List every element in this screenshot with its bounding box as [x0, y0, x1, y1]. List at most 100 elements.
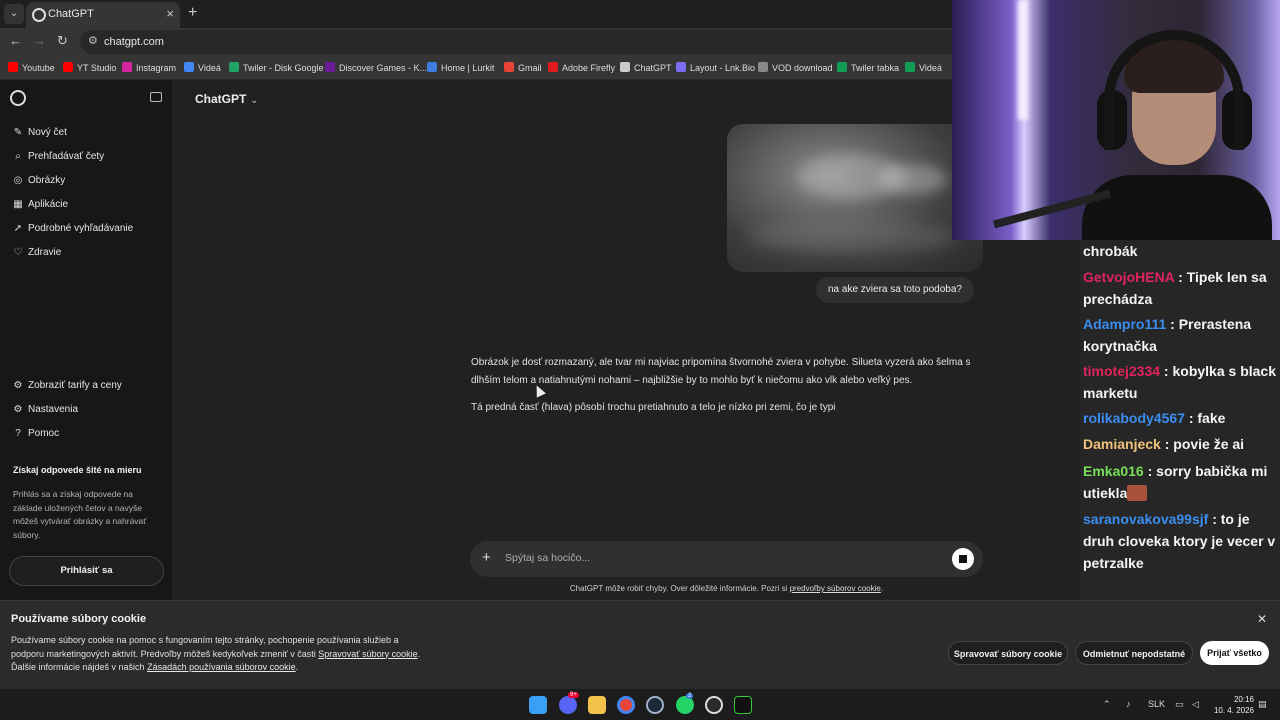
bookmark-item[interactable]: Discover Games - K...: [325, 62, 427, 73]
disclaimer-text: ChatGPT môže robiť chyby. Over dôležité …: [569, 584, 790, 593]
forward-arrow-icon[interactable]: →: [33, 33, 46, 48]
language-indicator[interactable]: SLK: [1148, 699, 1165, 709]
cookie-close-icon[interactable]: ✕: [1257, 612, 1267, 626]
tab-search-chevron-icon[interactable]: ⌄: [4, 4, 24, 24]
clock[interactable]: 20:16 10. 4. 2026: [1212, 694, 1254, 716]
back-arrow-icon[interactable]: ←: [9, 33, 22, 48]
sidebar-item-plans[interactable]: ⚙ Zobraziť tarify a ceny: [12, 380, 122, 391]
bookmark-label: Twiler - Disk Google: [243, 63, 324, 73]
composer[interactable]: + Spýtaj sa hocičo...: [470, 541, 983, 577]
bookmark-favicon-icon: [8, 62, 18, 72]
bookmark-label: Home | Lurkit: [441, 63, 495, 73]
uploaded-image[interactable]: [727, 124, 983, 272]
chat-username[interactable]: Adampro111: [1083, 316, 1166, 332]
sidebar-item-label: Podrobné vyhľadávanie: [28, 223, 134, 234]
sidebar-item-images[interactable]: ◎ Obrázky: [12, 175, 66, 186]
bookmark-item[interactable]: Gmail: [504, 62, 542, 73]
tab-chatgpt[interactable]: ChatGPT ×: [26, 2, 180, 28]
tab-title: ChatGPT: [48, 8, 94, 20]
model-selector[interactable]: ChatGPT ⌄: [195, 92, 258, 106]
discord-icon[interactable]: [559, 696, 577, 714]
bookmark-item[interactable]: Adobe Firefly: [548, 62, 615, 73]
bookmark-favicon-icon: [122, 62, 132, 72]
url-text: chatgpt.com: [104, 36, 164, 48]
sidebar-toggle-icon[interactable]: [150, 92, 162, 102]
bookmark-item[interactable]: Twiler - Disk Google: [229, 62, 324, 73]
obs-icon[interactable]: [705, 696, 723, 714]
bookmark-favicon-icon: [427, 62, 437, 72]
sidebar-item-settings[interactable]: ⚙ Nastavenia: [12, 404, 79, 415]
bookmark-item[interactable]: Youtube: [8, 62, 55, 73]
reload-icon[interactable]: ↻: [57, 33, 68, 49]
manage-cookies-link[interactable]: Spravovať súbory cookie: [318, 649, 417, 659]
sidebar-item-label: Nastavenia: [28, 404, 79, 415]
chat-username[interactable]: saranovakova99sjf: [1083, 511, 1208, 527]
login-button[interactable]: Prihlásiť sa: [9, 556, 164, 586]
cookie-preferences-link[interactable]: predvoľby súborov cookie: [790, 584, 881, 593]
cookie-policy-link[interactable]: Zásadách používania súborov cookie: [147, 662, 296, 672]
reject-cookies-button[interactable]: Odmietnuť nepodstatné: [1075, 641, 1193, 665]
chat-username[interactable]: timotej2334: [1083, 363, 1160, 379]
tray-chevron-up-icon[interactable]: ⌃: [1103, 699, 1111, 710]
whatsapp-badge: 2: [686, 693, 694, 699]
bookmark-label: ChatGPT: [634, 63, 672, 73]
sidebar-item-deep-research[interactable]: ➚ Podrobné vyhľadávanie: [12, 223, 133, 234]
bookmark-item[interactable]: Instagram: [122, 62, 176, 73]
sidebar-item-search-chats[interactable]: ⌕ Prehľadávať čety: [12, 151, 104, 162]
bookmark-label: Discover Games - K...: [339, 63, 428, 73]
bookmark-item[interactable]: Videá: [184, 62, 221, 73]
clock-date: 10. 4. 2026: [1213, 706, 1254, 715]
steam-icon[interactable]: [646, 696, 664, 714]
bookmark-favicon-icon: [548, 62, 558, 72]
app-icon[interactable]: [734, 696, 752, 714]
new-tab-plus-icon[interactable]: +: [188, 4, 197, 22]
manage-cookies-button[interactable]: Spravovať súbory cookie: [948, 641, 1068, 665]
windows-taskbar: 9+ 2 ⌃ ♪ SLK ▭ ◁ 20:16 10. 4. 2026 ▤: [0, 688, 1280, 720]
chat-username[interactable]: GetvojoHENA: [1083, 269, 1174, 285]
chat-message: Emka016 : sorry babička mi utiekla: [1083, 460, 1279, 504]
sidebar-item-health[interactable]: ♡ Zdravie: [12, 247, 62, 258]
chrome-icon[interactable]: [617, 696, 635, 714]
bookmark-favicon-icon: [63, 62, 73, 72]
volume-icon[interactable]: ◁: [1192, 699, 1199, 710]
bookmark-label: YT Studio: [77, 63, 117, 73]
stream-chat-overlay: chrobák GetvojoHENA : Tipek len sa prechá…: [1080, 240, 1280, 600]
tab-close-icon[interactable]: ×: [166, 6, 174, 21]
file-explorer-icon[interactable]: [588, 696, 606, 714]
bookmark-item[interactable]: YT Studio: [63, 62, 116, 73]
notifications-icon[interactable]: ▤: [1258, 699, 1267, 710]
prompt-input[interactable]: Spýtaj sa hocičo...: [505, 552, 590, 564]
bookmark-label: VOD download: [772, 63, 833, 73]
accept-cookies-button[interactable]: Prijať všetko: [1200, 641, 1269, 665]
sidebar-item-apps[interactable]: ▦ Aplikácie: [12, 199, 68, 210]
bookmark-label: Instagram: [136, 63, 177, 73]
sidebar-item-help[interactable]: ? Pomoc: [12, 428, 59, 439]
bookmark-item[interactable]: Home | Lurkit: [427, 62, 494, 73]
stop-generating-button[interactable]: [952, 548, 974, 570]
sidebar-item-label: Obrázky: [28, 175, 66, 186]
windows-start-icon[interactable]: [529, 696, 547, 714]
sidebar-item-label: Nový čet: [28, 127, 67, 138]
bookmark-item[interactable]: VOD download: [758, 62, 833, 73]
chat-username[interactable]: rolikabody4567: [1083, 410, 1185, 426]
add-attachment-plus-icon[interactable]: +: [482, 549, 491, 566]
microphone-icon[interactable]: ♪: [1126, 699, 1131, 709]
new-chat-icon: ✎: [13, 127, 23, 138]
network-icon[interactable]: ▭: [1175, 699, 1184, 710]
image-blur-shape: [877, 164, 947, 194]
bookmark-item[interactable]: Videá: [905, 62, 942, 73]
chatgpt-logo-icon[interactable]: [10, 90, 26, 106]
sidebar-item-label: Zobraziť tarify a ceny: [28, 380, 122, 391]
heart-icon: ♡: [13, 247, 23, 258]
sidebar-item-new-chat[interactable]: ✎ Nový čet: [12, 127, 67, 138]
chat-username[interactable]: Emka016: [1083, 463, 1144, 479]
sidebar: ✎ Nový čet ⌕ Prehľadávať čety ◎ Obrázky ▦ Ap…: [0, 80, 172, 600]
chat-username[interactable]: Damianjeck: [1083, 436, 1161, 452]
chat-text: chrobák: [1083, 243, 1138, 259]
bookmark-item[interactable]: ChatGPT: [620, 62, 672, 73]
bookmark-favicon-icon: [184, 62, 194, 72]
bookmark-item[interactable]: Layout - Lnk.Bio: [676, 62, 755, 73]
bookmark-item[interactable]: Twiler tabka: [837, 62, 899, 73]
site-settings-icon[interactable]: ⚙: [88, 34, 98, 47]
cookie-banner: Používame súbory cookie Používame súbory…: [0, 600, 1280, 688]
